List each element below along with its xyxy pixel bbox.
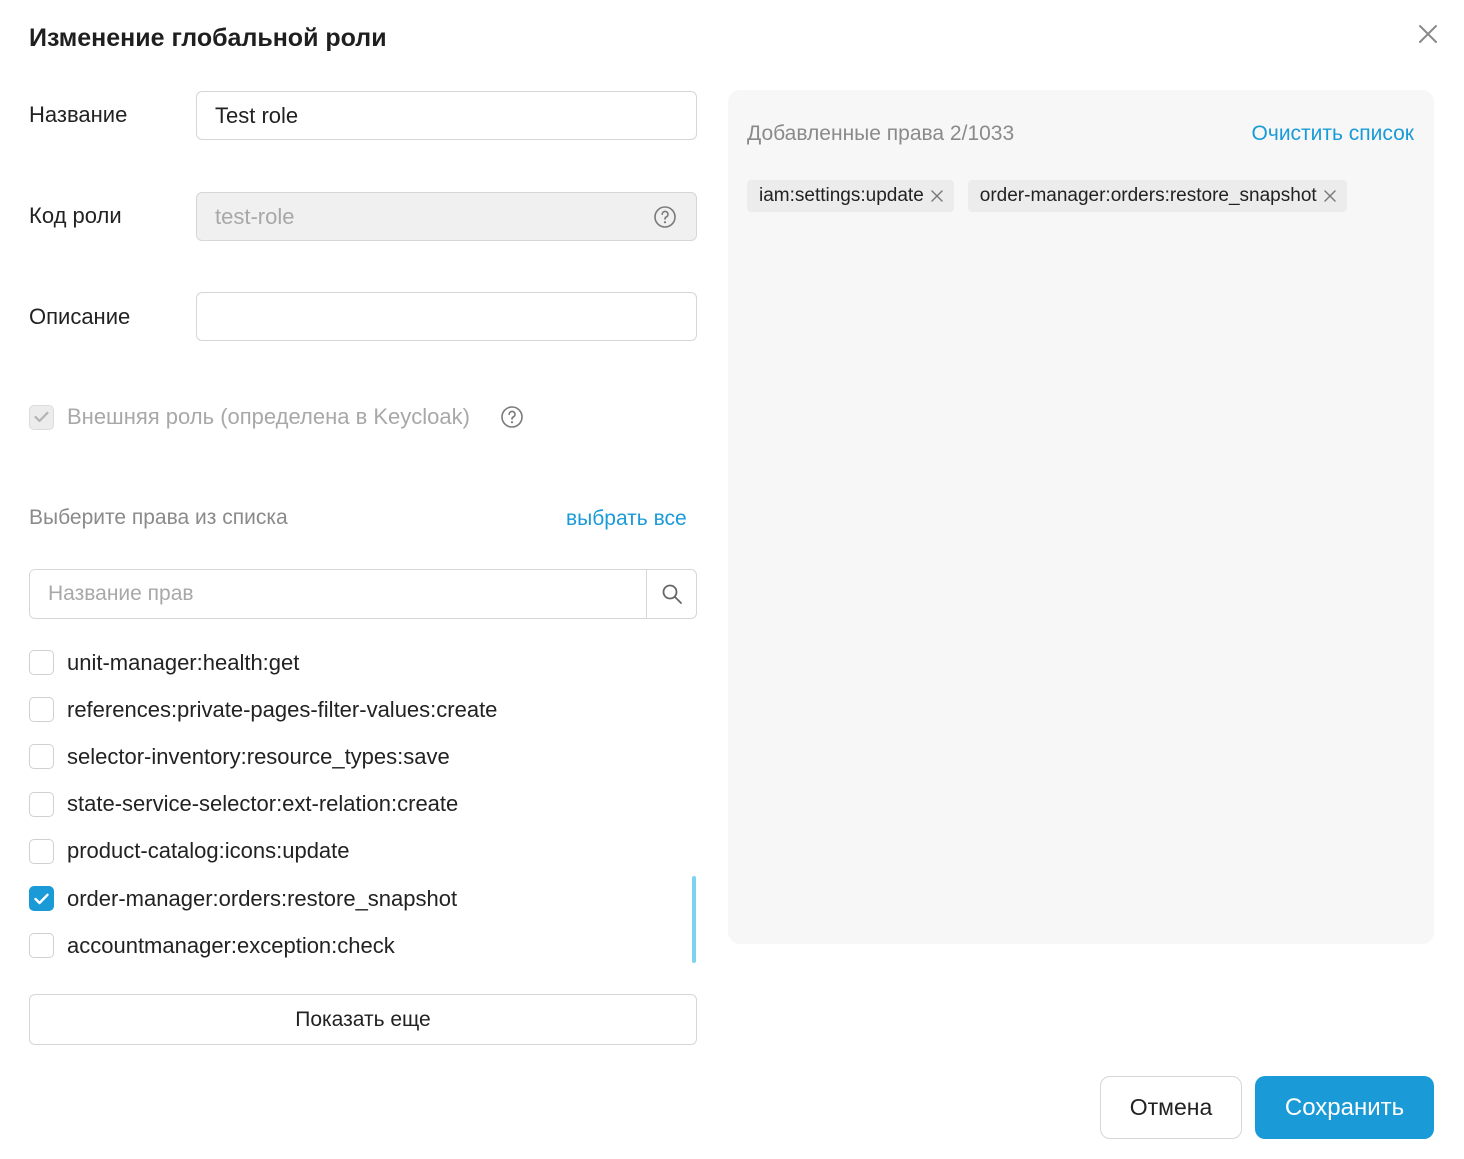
external-role-row: Внешняя роль (определена в Keycloak) — [29, 404, 470, 430]
permission-item[interactable]: references:private-pages-filter-values:c… — [29, 686, 669, 733]
permission-list: unit-manager:health:get references:privat… — [29, 639, 669, 969]
permission-chip: iam:settings:update — [747, 180, 954, 212]
permission-item[interactable]: order-manager:orders:restore_snapshot — [29, 875, 669, 922]
description-field-wrapper — [196, 292, 697, 341]
name-input[interactable] — [197, 92, 696, 139]
permission-search-input[interactable] — [30, 570, 646, 618]
select-all-link[interactable]: выбрать все — [566, 507, 687, 531]
search-icon — [662, 584, 682, 604]
permission-label: selector-inventory:resource_types:save — [67, 743, 450, 769]
show-more-button[interactable]: Показать еще — [29, 994, 697, 1045]
permission-search — [29, 569, 697, 619]
code-field-wrapper — [196, 192, 697, 241]
added-permissions-title: Добавленные права 2/1033 — [747, 122, 1015, 145]
added-permissions-panel: Добавленные права 2/1033 Очистить список… — [728, 90, 1434, 944]
description-input[interactable] — [197, 293, 696, 340]
permission-checkbox[interactable] — [29, 933, 54, 959]
permission-item[interactable]: unit-manager:health:get — [29, 639, 669, 686]
name-field-wrapper — [196, 91, 697, 140]
remove-chip-icon[interactable] — [930, 189, 944, 203]
added-permission-chips: iam:settings:update order-manager:orders:… — [747, 180, 1347, 212]
permission-chip: order-manager:orders:restore_snapshot — [967, 180, 1347, 212]
permission-checkbox[interactable] — [29, 744, 54, 770]
permission-checkbox[interactable] — [29, 838, 54, 864]
save-button[interactable]: Сохранить — [1255, 1076, 1434, 1139]
help-icon[interactable] — [500, 405, 524, 429]
check-icon — [34, 411, 49, 423]
permission-item[interactable]: selector-inventory:resource_types:save — [29, 733, 669, 780]
permission-item[interactable]: accountmanager:exception:check — [29, 922, 669, 969]
permission-label: unit-manager:health:get — [67, 649, 300, 675]
page-title: Изменение глобальной роли — [29, 24, 387, 52]
permission-chip-label: order-manager:orders:restore_snapshot — [979, 185, 1317, 206]
permission-label: state-service-selector:ext-relation:crea… — [67, 791, 459, 817]
external-role-label: Внешняя роль (определена в Keycloak) — [67, 404, 470, 429]
help-icon[interactable] — [653, 205, 677, 229]
code-input — [197, 193, 696, 240]
external-role-checkbox[interactable] — [29, 404, 54, 430]
code-label: Код роли — [29, 203, 122, 228]
name-label: Название — [29, 102, 128, 127]
permission-chip-label: iam:settings:update — [759, 185, 924, 206]
permission-label: accountmanager:exception:check — [67, 932, 395, 958]
permission-item[interactable]: product-catalog:icons:update — [29, 828, 669, 875]
permission-label: order-manager:orders:restore_snapshot — [67, 885, 458, 911]
description-label: Описание — [29, 304, 131, 329]
permission-item[interactable]: state-service-selector:ext-relation:crea… — [29, 781, 669, 828]
permission-checkbox[interactable] — [29, 791, 54, 817]
cancel-button[interactable]: Отмена — [1100, 1076, 1242, 1139]
permission-checkbox[interactable] — [29, 650, 54, 676]
permissions-section-label: Выберите права из списка — [29, 506, 288, 529]
close-icon[interactable] — [1414, 20, 1442, 48]
permission-label: references:private-pages-filter-values:c… — [67, 696, 498, 722]
remove-chip-icon[interactable] — [1323, 189, 1337, 203]
search-button[interactable] — [646, 570, 696, 618]
clear-list-link[interactable]: Очистить список — [1252, 122, 1414, 146]
scrollbar[interactable] — [692, 876, 696, 963]
permission-label: product-catalog:icons:update — [67, 838, 350, 864]
check-icon — [34, 893, 49, 904]
permission-checkbox[interactable] — [29, 886, 54, 912]
permission-checkbox[interactable] — [29, 697, 54, 723]
